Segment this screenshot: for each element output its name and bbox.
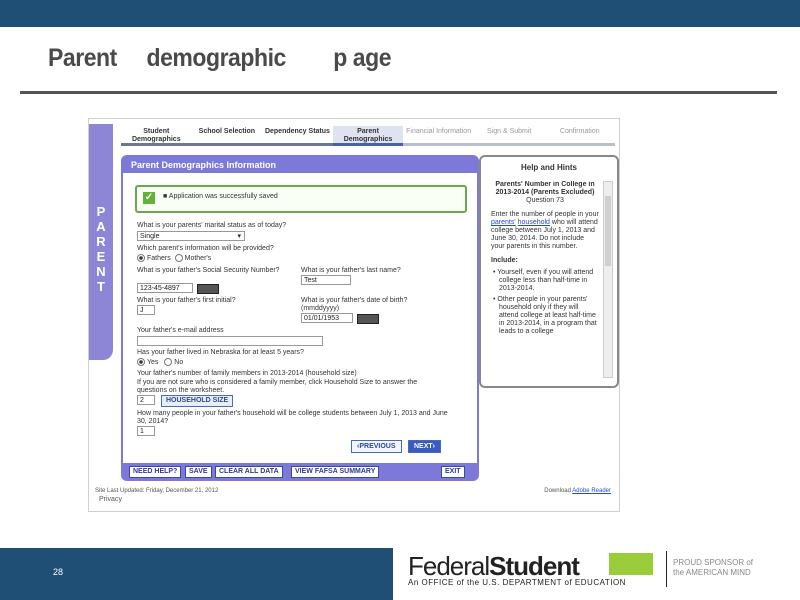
sidebar-letter: R xyxy=(96,234,106,249)
family-note: If you are not sure who is considered a … xyxy=(137,379,418,394)
parents-link[interactable]: parents' xyxy=(491,219,516,226)
dob-question: What is your father's date of birth? (mm… xyxy=(301,297,408,312)
step-confirmation: Confirmation xyxy=(544,126,616,146)
help-include: Include: xyxy=(491,257,518,264)
federal-student-aid-logo: FederalStudent An OFFICE of the U.S. DEP… xyxy=(408,551,800,600)
household-size-button[interactable]: HOUSEHOLD SIZE xyxy=(161,395,234,407)
household-link[interactable]: household xyxy=(518,219,550,226)
marital-question: What is your parents' marital status as … xyxy=(137,222,287,229)
privacy-link[interactable]: Privacy xyxy=(99,496,122,503)
step-parent-demographics[interactable]: Parent Demographics xyxy=(332,126,404,146)
previous-button[interactable]: ‹PREVIOUS xyxy=(351,440,402,453)
radio-no[interactable] xyxy=(164,358,173,366)
logo-green-block xyxy=(609,553,653,575)
view-fafsa-summary-button[interactable]: VIEW FAFSA SUMMARY xyxy=(291,466,380,478)
first-initial-question: What is your father's first initial? xyxy=(137,297,236,304)
step-dependency-status[interactable]: Dependency Status xyxy=(262,126,333,146)
step-sign-submit: Sign & Submit xyxy=(473,126,545,146)
logo-federal: Federal xyxy=(408,551,490,581)
title-rule xyxy=(20,91,777,94)
marital-status-select[interactable]: Single ▾ xyxy=(137,231,245,241)
top-bar xyxy=(0,0,800,27)
step-school-selection[interactable]: School Selection xyxy=(191,126,263,146)
next-button[interactable]: NEXT› xyxy=(408,440,442,453)
radio-yes-label: Yes xyxy=(147,358,159,366)
help-text: Enter the number of people in your xyxy=(491,211,599,218)
need-help-button[interactable]: NEED HELP? xyxy=(129,466,182,478)
tagline-line: the AMERICAN MIND xyxy=(673,568,751,577)
slide-page-number: 28 xyxy=(53,567,64,577)
chevron-down-icon: ▾ xyxy=(237,233,241,240)
dob-input[interactable]: 01/01/1953 xyxy=(301,313,353,323)
family-question: Your father's number of family members i… xyxy=(137,370,357,377)
which-parent-question: Which parent's information will be provi… xyxy=(137,245,274,252)
lived-question: Has your father lived in Nebraska for at… xyxy=(137,349,304,356)
ssn-question: What is your father's Social Security Nu… xyxy=(137,267,280,274)
sidebar-letter: A xyxy=(96,219,106,234)
which-parent-options: Fathers Mother's xyxy=(137,254,211,263)
logo-divider xyxy=(666,551,667,587)
tagline-line: PROUD SPONSOR of xyxy=(673,558,754,567)
help-question-number: Question 73 xyxy=(526,197,564,204)
slide-title: Parent demographic p age xyxy=(48,44,392,72)
college-question: How many people in your father's househo… xyxy=(137,410,448,425)
radio-no-label: No xyxy=(174,358,184,366)
sidebar-letter: T xyxy=(97,279,105,294)
radio-yes[interactable] xyxy=(137,358,145,366)
family-size-input[interactable]: 2 xyxy=(137,395,155,405)
previous-label: PREVIOUS xyxy=(359,443,396,450)
check-icon: ✓ xyxy=(143,192,155,204)
exit-button[interactable]: EXIT xyxy=(441,466,465,478)
logo-student: Student xyxy=(489,551,580,581)
logo-subtitle: An OFFICE of the U.S. DEPARTMENT of EDUC… xyxy=(408,578,626,587)
help-bullet-text: Other people in your parents' household … xyxy=(497,296,597,335)
help-paragraph: Enter the number of people in your paren… xyxy=(491,211,599,251)
college-count-input[interactable]: 1 xyxy=(137,426,155,436)
fafsa-screenshot: P A R E N T Student Demographics School … xyxy=(88,118,620,512)
parent-demographics-panel: Parent Demographics Information ✓ ■ Appl… xyxy=(121,155,479,481)
marital-status-value: Single xyxy=(140,233,160,240)
help-and-hints-panel: Help and Hints Parents' Number in Colleg… xyxy=(479,155,619,388)
help-bullet-text: Yourself, even if you will attend colleg… xyxy=(497,269,594,292)
help-subtitle: Parents' Number in College in 2013-2014 … xyxy=(495,181,595,196)
success-text: Application was successfully saved xyxy=(168,193,278,200)
next-label: NEXT xyxy=(414,443,433,450)
lived-options: Yes No xyxy=(137,358,183,367)
last-name-input[interactable]: Test xyxy=(301,275,351,285)
help-body: Parents' Number in College in 2013-2014 … xyxy=(491,181,599,376)
ssn-mask-button[interactable] xyxy=(197,284,219,294)
first-initial-input[interactable]: J xyxy=(137,305,155,315)
action-bar: NEED HELP? SAVE CLEAR ALL DATA VIEW FAFS… xyxy=(123,463,477,479)
email-input[interactable] xyxy=(137,336,323,346)
logo-tagline: PROUD SPONSOR of the AMERICAN MIND xyxy=(673,558,753,578)
email-question: Your father's e-mail address xyxy=(137,327,224,334)
step-financial-information: Financial Information xyxy=(403,126,474,146)
radio-fathers-label: Fathers xyxy=(147,254,171,262)
progress-steps: Student Demographics School Selection De… xyxy=(121,126,616,146)
radio-fathers[interactable] xyxy=(137,254,145,262)
download-adobe: Download Adobe Reader xyxy=(544,488,611,494)
sidebar-letter: P xyxy=(96,204,106,219)
clear-all-data-button[interactable]: CLEAR ALL DATA xyxy=(215,466,283,478)
help-bullet: • Yourself, even if you will attend coll… xyxy=(493,269,594,292)
save-button[interactable]: SAVE xyxy=(185,466,212,478)
dob-mask-button[interactable] xyxy=(357,314,379,324)
download-label: Download xyxy=(544,488,571,494)
sidebar-letter: N xyxy=(96,264,106,279)
last-name-question: What is your father's last name? xyxy=(301,267,401,274)
section-sidebar: P A R E N T xyxy=(89,124,113,360)
adobe-reader-link[interactable]: Adobe Reader xyxy=(572,488,611,494)
sidebar-letter: E xyxy=(96,249,106,264)
radio-mothers-label: Mother's xyxy=(184,254,212,262)
help-title: Help and Hints xyxy=(520,163,577,172)
ssn-input[interactable]: 123-45-4897 xyxy=(137,283,193,293)
help-scrollbar[interactable] xyxy=(603,181,613,378)
success-message: ✓ ■ Application was successfully saved xyxy=(135,185,467,213)
site-last-updated: Site Last Updated: Friday, December 21, … xyxy=(95,488,219,494)
radio-mothers[interactable] xyxy=(174,254,183,262)
panel-title: Parent Demographics Information xyxy=(123,157,477,173)
scrollbar-thumb[interactable] xyxy=(605,196,611,266)
step-student-demographics[interactable]: Student Demographics xyxy=(121,126,192,146)
help-bullet: • Other people in your parents' househol… xyxy=(493,296,597,335)
